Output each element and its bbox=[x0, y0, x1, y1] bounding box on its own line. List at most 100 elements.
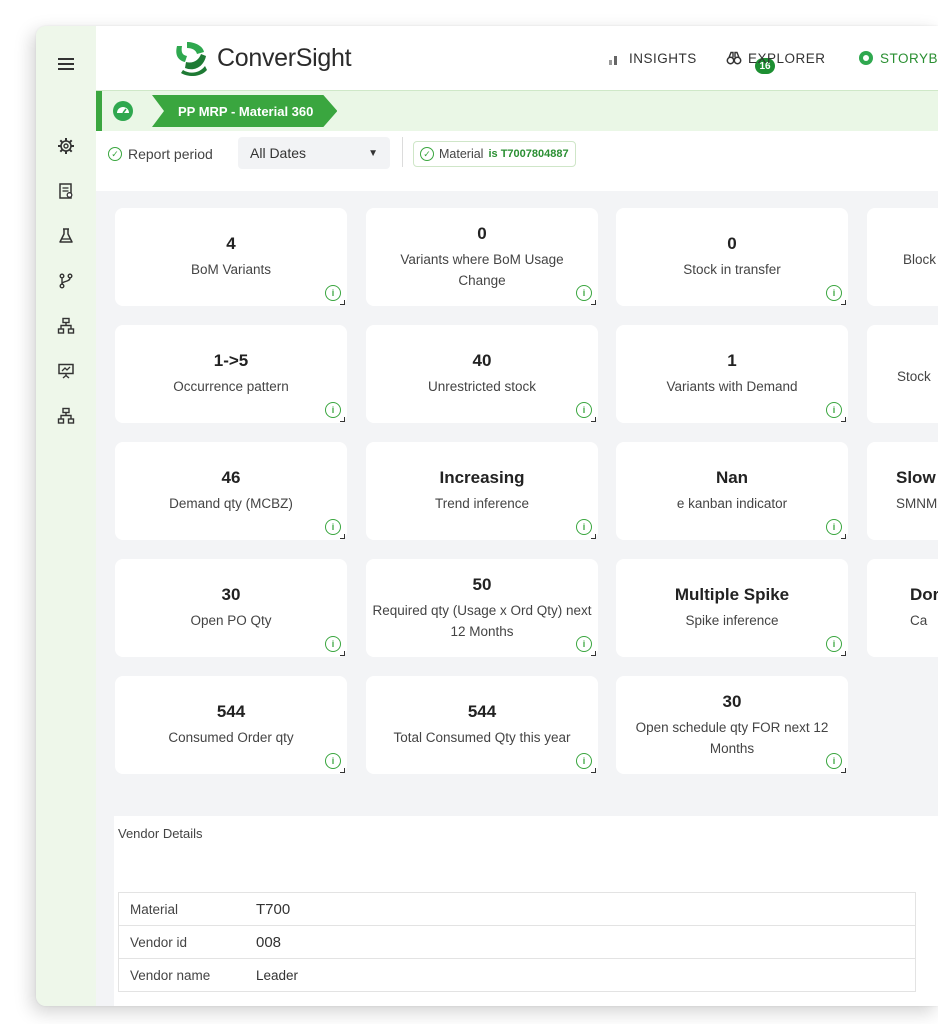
kpi-card: 544 Total Consumed Qty this year i bbox=[366, 676, 598, 774]
kpi-card: 4 BoM Variants i bbox=[115, 208, 347, 306]
material-chip-label: Material bbox=[439, 147, 484, 161]
kpi-label: Block bbox=[903, 252, 937, 267]
table-row: Vendor name Leader bbox=[118, 958, 916, 992]
kpi-value: Dor bbox=[910, 585, 938, 604]
breadcrumb: PP MRP - Material 360 bbox=[96, 90, 938, 132]
kpi-value: 0 bbox=[477, 223, 487, 243]
kpi-value: Nan bbox=[715, 468, 749, 487]
kpi-label: Ca bbox=[910, 613, 928, 628]
info-icon[interactable]: i bbox=[325, 519, 345, 539]
kpi-label: Spike inference bbox=[685, 613, 779, 628]
kpi-value: 544 bbox=[216, 702, 246, 721]
info-icon[interactable]: i bbox=[826, 519, 846, 539]
kpi-label: Consumed Order qty bbox=[168, 730, 294, 745]
menu-icon[interactable] bbox=[52, 50, 80, 78]
info-icon[interactable]: i bbox=[576, 753, 596, 773]
filter-divider bbox=[402, 137, 403, 167]
binoculars-icon bbox=[726, 51, 742, 65]
vendor-key: Material bbox=[118, 892, 256, 926]
info-icon[interactable]: i bbox=[325, 285, 345, 305]
info-icon[interactable]: i bbox=[325, 753, 345, 773]
material-filter-chip[interactable]: ✓ Material is T7007804887 bbox=[413, 141, 576, 167]
hierarchy-icon[interactable] bbox=[52, 312, 80, 340]
kpi-label: Variants where BoM Usage Change bbox=[400, 251, 564, 288]
info-icon[interactable]: i bbox=[576, 519, 596, 539]
report-icon[interactable] bbox=[52, 177, 80, 205]
nav-explorer-label: EXPLORER bbox=[748, 50, 826, 66]
kpi-card: Slow SMNM bbox=[867, 442, 938, 540]
kpi-value: 40 bbox=[472, 351, 492, 370]
kpi-label: e kanban indicator bbox=[676, 496, 788, 511]
vendor-table: Material T700 Vendor id 008 Vendor name … bbox=[118, 892, 916, 992]
nav-explorer[interactable]: EXPLORER bbox=[726, 49, 826, 67]
hierarchy-icon[interactable] bbox=[52, 402, 80, 430]
vendor-value: T700 bbox=[256, 892, 916, 926]
presentation-icon[interactable] bbox=[52, 357, 80, 385]
report-period-label: Report period bbox=[128, 146, 213, 162]
caret-down-icon: ▼ bbox=[368, 147, 378, 159]
kpi-label: Trend inference bbox=[434, 496, 530, 511]
kpi-value: 544 bbox=[467, 702, 497, 721]
storyboard-icon bbox=[859, 51, 873, 65]
kpi-label: Open schedule qty FOR next 12 Months bbox=[635, 719, 829, 756]
kpi-label: Stock in transfer bbox=[683, 262, 781, 277]
kpi-value: 1->5 bbox=[213, 351, 249, 370]
info-icon[interactable]: i bbox=[826, 636, 846, 656]
kpi-card: 46 Demand qty (MCBZ) i bbox=[115, 442, 347, 540]
kpi-label: Open PO Qty bbox=[190, 613, 272, 628]
period-select[interactable]: All Dates ▼ bbox=[238, 137, 390, 169]
nav-insights[interactable]: INSIGHTS bbox=[607, 49, 697, 67]
sidebar bbox=[36, 26, 97, 1006]
vendor-value: Leader bbox=[256, 958, 916, 992]
check-icon: ✓ bbox=[420, 147, 434, 161]
kpi-value: Increasing bbox=[439, 468, 525, 487]
info-icon[interactable]: i bbox=[325, 402, 345, 422]
flask-icon[interactable] bbox=[52, 222, 80, 250]
info-icon[interactable]: i bbox=[826, 285, 846, 305]
branch-icon[interactable] bbox=[52, 267, 80, 295]
brand-logo[interactable]: ConverSight bbox=[173, 40, 352, 76]
info-icon[interactable]: i bbox=[576, 402, 596, 422]
kpi-value: 46 bbox=[221, 468, 241, 487]
kpi-card: 30 Open schedule qty FOR next 12 Months … bbox=[616, 676, 848, 774]
kpi-card: 544 Consumed Order qty i bbox=[115, 676, 347, 774]
table-row: Vendor id 008 bbox=[118, 925, 916, 959]
kpi-value: 1 bbox=[727, 351, 737, 370]
nav-storyboard[interactable]: STORYB bbox=[858, 49, 938, 67]
kpi-value: 30 bbox=[722, 691, 742, 711]
info-icon[interactable]: i bbox=[576, 285, 596, 305]
main-content: 4 BoM Variants i 0 Variants where BoM Us… bbox=[96, 191, 938, 1006]
info-icon[interactable]: i bbox=[576, 636, 596, 656]
vendor-key: Vendor id bbox=[118, 925, 256, 959]
gear-icon[interactable] bbox=[52, 132, 80, 160]
dashboard-gauge-icon[interactable] bbox=[112, 100, 134, 122]
material-chip-value: is T7007804887 bbox=[488, 148, 569, 160]
vendor-details-panel: Vendor Details Material T700 Vendor id 0… bbox=[114, 816, 938, 1006]
kpi-label: Occurrence pattern bbox=[173, 379, 289, 394]
kpi-card: 0 Variants where BoM Usage Change i bbox=[366, 208, 598, 306]
nav-storyboard-label: STORYB bbox=[880, 50, 938, 66]
kpi-label: Stock bbox=[897, 369, 931, 384]
kpi-card: Nan e kanban indicator i bbox=[616, 442, 848, 540]
breadcrumb-item-storyboard[interactable]: PP MRP - Material 360 bbox=[152, 95, 337, 127]
info-icon[interactable]: i bbox=[325, 636, 345, 656]
kpi-card: Stock bbox=[867, 325, 938, 423]
kpi-card: 50 Required qty (Usage x Ord Qty) next 1… bbox=[366, 559, 598, 657]
kpi-card: 0 Stock in transfer i bbox=[616, 208, 848, 306]
table-row: Material T700 bbox=[118, 892, 916, 926]
kpi-label: Unrestricted stock bbox=[427, 379, 537, 394]
kpi-value: 4 bbox=[226, 234, 236, 253]
report-period-filter[interactable]: ✓ Report period bbox=[108, 146, 213, 162]
period-select-value: All Dates bbox=[250, 145, 307, 161]
kpi-card: Increasing Trend inference i bbox=[366, 442, 598, 540]
bar-chart-icon bbox=[609, 56, 617, 65]
kpi-value: 0 bbox=[727, 234, 737, 253]
conversight-logo-icon bbox=[173, 40, 209, 76]
nav-insights-label: INSIGHTS bbox=[629, 50, 697, 66]
filter-bar: ✓ Report period All Dates ▼ ✓ Material i… bbox=[96, 131, 938, 191]
brand-name: ConverSight bbox=[217, 43, 352, 72]
info-icon[interactable]: i bbox=[826, 402, 846, 422]
kpi-card: 40 Unrestricted stock i bbox=[366, 325, 598, 423]
kpi-label: BoM Variants bbox=[190, 262, 272, 277]
info-icon[interactable]: i bbox=[826, 753, 846, 773]
